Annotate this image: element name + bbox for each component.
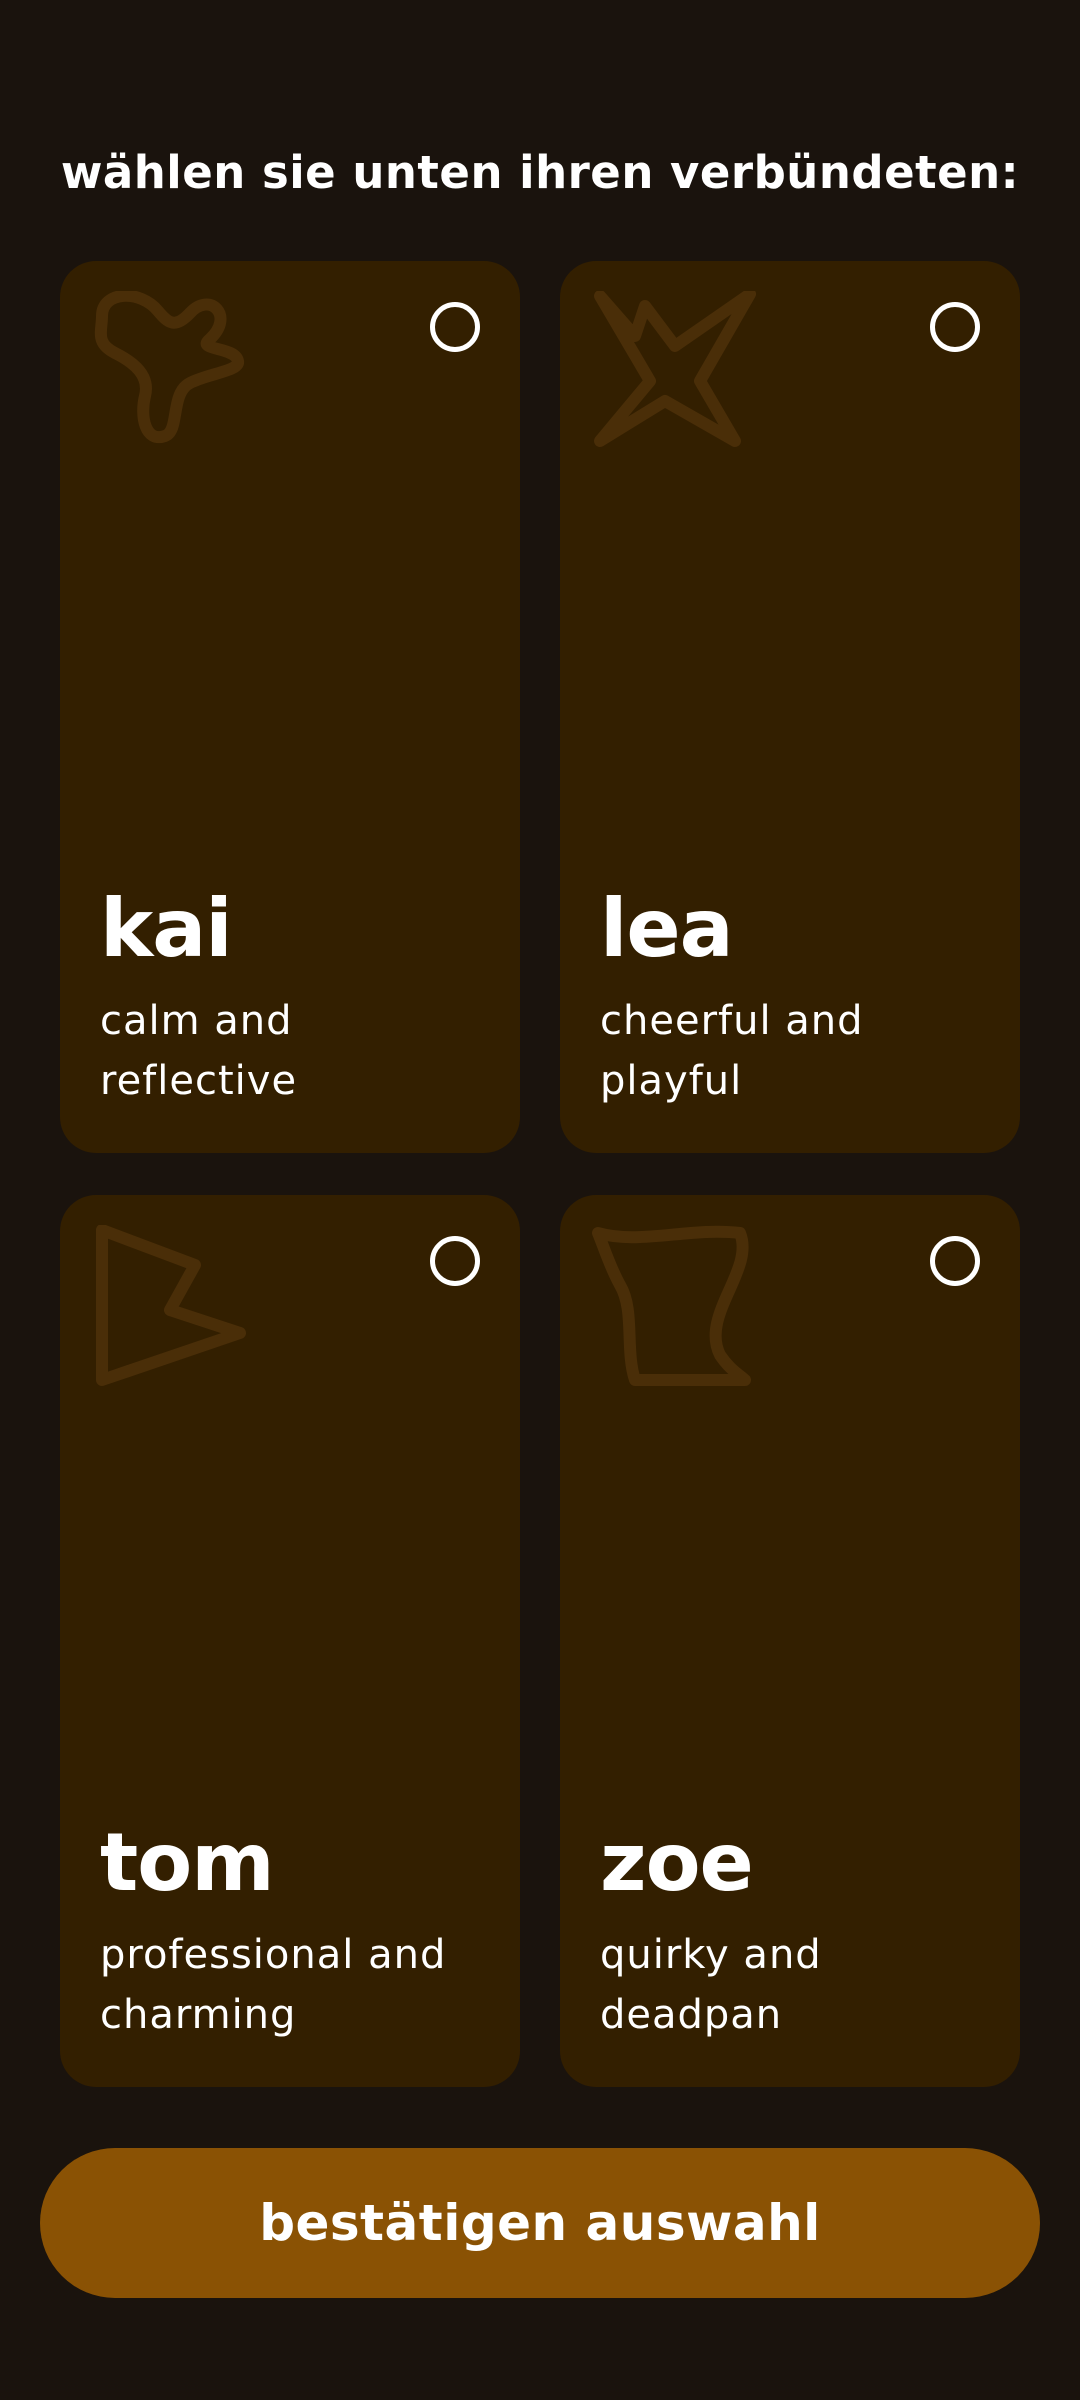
selection-radio[interactable] xyxy=(430,302,480,352)
companion-name: zoe xyxy=(600,1816,754,1909)
companion-name: lea xyxy=(600,882,734,975)
triangle-shape-icon xyxy=(96,1225,246,1386)
selection-radio[interactable] xyxy=(430,1236,480,1286)
companion-description: professional and charming xyxy=(100,1932,447,2038)
companion-card-lea[interactable]: lea cheerful and playful xyxy=(560,261,1020,1153)
companion-description: calm and reflective xyxy=(100,998,298,1104)
companion-card-zoe[interactable]: zoe quirky and deadpan xyxy=(560,1195,1020,2087)
companion-card-kai[interactable]: kai calm and reflective xyxy=(60,261,520,1153)
blob-shape-icon xyxy=(94,291,244,444)
companion-description: cheerful and playful xyxy=(600,998,864,1104)
star-shape-icon xyxy=(594,291,756,447)
selection-radio[interactable] xyxy=(930,1236,980,1286)
selection-radio[interactable] xyxy=(930,302,980,352)
companion-description: quirky and deadpan xyxy=(600,1932,822,2038)
companion-card-tom[interactable]: tom professional and charming xyxy=(60,1195,520,2087)
page-title: wählen sie unten ihren verbündeten: xyxy=(60,146,1020,199)
companion-name: kai xyxy=(100,882,233,975)
confirm-selection-button[interactable]: bestätigen auswahl xyxy=(40,2148,1040,2298)
companion-name: tom xyxy=(100,1816,275,1909)
wavy-square-shape-icon xyxy=(592,1225,751,1386)
